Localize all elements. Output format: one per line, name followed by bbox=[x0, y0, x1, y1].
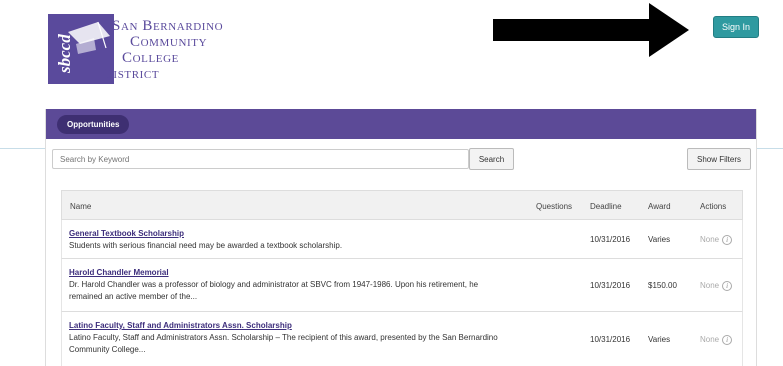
logo-line-3: College bbox=[122, 50, 179, 66]
info-icon[interactable]: i bbox=[722, 334, 733, 345]
sbccd-logo[interactable]: sbccd San Bernardino Community College D… bbox=[48, 14, 224, 84]
deadline-cell: 10/31/2016 bbox=[590, 281, 631, 290]
tab-opportunities[interactable]: Opportunities bbox=[57, 114, 130, 134]
actions-label: None bbox=[700, 235, 720, 244]
logo-line-1: San Bernardino bbox=[112, 18, 224, 34]
actions-cell: None i bbox=[700, 220, 733, 259]
table-row: General Textbook Scholarship Students wi… bbox=[61, 220, 743, 259]
deadline-cell: 10/31/2016 bbox=[590, 235, 631, 244]
column-header-deadline[interactable]: Deadline bbox=[590, 191, 622, 221]
pointer-arrow-icon bbox=[493, 3, 689, 57]
panel-header: Opportunities bbox=[46, 109, 756, 139]
opportunity-link[interactable]: Harold Chandler Memorial bbox=[69, 267, 509, 279]
opportunity-description: Students with serious financial need may… bbox=[69, 241, 343, 250]
actions-cell: None i bbox=[700, 312, 733, 366]
column-header-actions: Actions bbox=[700, 201, 727, 211]
table-row: Latino Faculty, Staff and Administrators… bbox=[61, 312, 743, 366]
opportunities-table: Name Questions Deadline Award Actions Ge… bbox=[61, 190, 743, 366]
logo-line-4: District bbox=[102, 66, 160, 82]
actions-label: None bbox=[700, 281, 720, 290]
opportunity-link[interactable]: General Textbook Scholarship bbox=[69, 228, 509, 240]
show-filters-button[interactable]: Show Filters bbox=[687, 148, 751, 170]
search-input[interactable] bbox=[52, 149, 469, 169]
deadline-cell: 10/31/2016 bbox=[590, 335, 631, 344]
award-cell: Varies bbox=[648, 235, 671, 244]
table-row: Harold Chandler Memorial Dr. Harold Chan… bbox=[61, 259, 743, 312]
logo-emblem-text: sbccd bbox=[55, 34, 74, 74]
opportunities-panel: Opportunities Search Show Filters Name Q… bbox=[45, 109, 757, 366]
search-button[interactable]: Search bbox=[469, 148, 514, 170]
award-cell: Varies bbox=[648, 335, 671, 344]
column-header-award[interactable]: Award bbox=[648, 191, 671, 221]
opportunity-link[interactable]: Latino Faculty, Staff and Administrators… bbox=[69, 320, 509, 332]
logo-wordmark: San Bernardino Community College Distric… bbox=[102, 18, 224, 82]
sign-in-button[interactable]: Sign In bbox=[713, 16, 759, 38]
opportunity-description: Dr. Harold Chandler was a professor of b… bbox=[69, 280, 479, 301]
column-header-name[interactable]: Name bbox=[70, 191, 91, 221]
award-cell: $150.00 bbox=[648, 281, 677, 290]
actions-cell: None i bbox=[700, 259, 733, 312]
column-header-questions[interactable]: Questions bbox=[536, 191, 572, 221]
actions-label: None bbox=[700, 335, 720, 344]
table-header: Name Questions Deadline Award Actions bbox=[61, 190, 743, 220]
logo-line-2: Community bbox=[130, 34, 208, 50]
info-icon[interactable]: i bbox=[722, 280, 733, 291]
opportunity-description: Latino Faculty, Staff and Administrators… bbox=[69, 333, 498, 354]
info-icon[interactable]: i bbox=[722, 234, 733, 245]
